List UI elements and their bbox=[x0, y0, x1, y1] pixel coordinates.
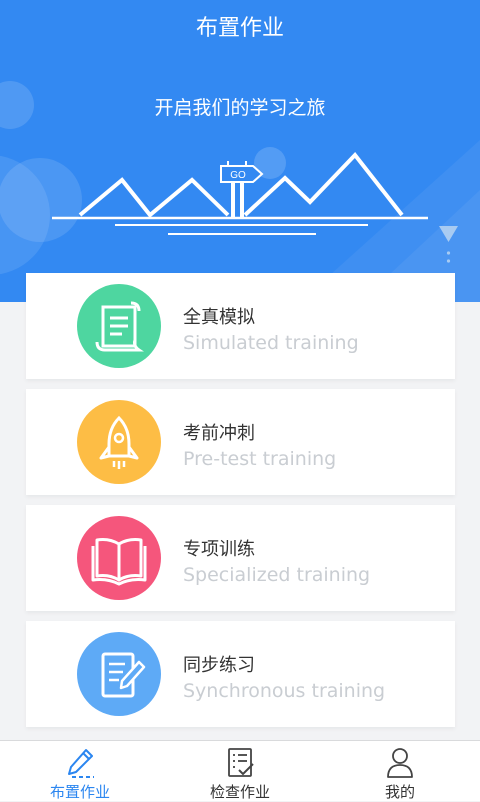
card-title: 专项训练 bbox=[183, 539, 255, 560]
card-specialized-training[interactable]: 专项训练 Specialized training bbox=[26, 505, 455, 611]
tab-label: 布置作业 bbox=[49, 783, 110, 801]
card-title: 考前冲刺 bbox=[183, 423, 255, 444]
header-banner: 布置作业 开启我们的学习之旅 GO bbox=[0, 0, 480, 302]
tab-label: 检查作业 bbox=[209, 783, 270, 801]
scroll-icon bbox=[77, 284, 161, 368]
bottom-tab-bar: 布置作业 检查作业 我的 bbox=[0, 740, 480, 801]
card-title: 全真模拟 bbox=[183, 307, 255, 328]
card-subtitle: Specialized training bbox=[183, 564, 371, 586]
card-title: 同步练习 bbox=[183, 655, 255, 676]
card-simulated-training[interactable]: 全真模拟 Simulated training bbox=[26, 273, 455, 379]
banner-slogan: 开启我们的学习之旅 bbox=[154, 97, 326, 119]
pull-down-indicator[interactable] bbox=[438, 224, 460, 268]
card-synchronous-training[interactable]: 同步练习 Synchronous training bbox=[26, 621, 455, 727]
go-sign-label: GO bbox=[230, 170, 246, 181]
tab-my-profile[interactable]: 我的 bbox=[320, 741, 480, 801]
rocket-icon bbox=[77, 400, 161, 484]
card-subtitle: Synchronous training bbox=[183, 680, 386, 702]
card-subtitle: Pre-test training bbox=[183, 448, 337, 470]
tab-check-homework[interactable]: 检查作业 bbox=[160, 741, 320, 801]
mountain-illustration: GO bbox=[52, 151, 428, 235]
checklist-icon bbox=[228, 748, 254, 777]
notepad-pen-icon bbox=[77, 632, 161, 716]
pen-icon bbox=[68, 749, 94, 778]
tab-assign-homework[interactable]: 布置作业 bbox=[0, 741, 160, 801]
tab-label: 我的 bbox=[384, 783, 415, 801]
card-pre-test-training[interactable]: 考前冲刺 Pre-test training bbox=[26, 389, 455, 495]
page-title: 布置作业 bbox=[195, 16, 284, 41]
book-icon bbox=[77, 516, 161, 600]
card-subtitle: Simulated training bbox=[183, 332, 359, 354]
user-icon bbox=[387, 748, 413, 778]
